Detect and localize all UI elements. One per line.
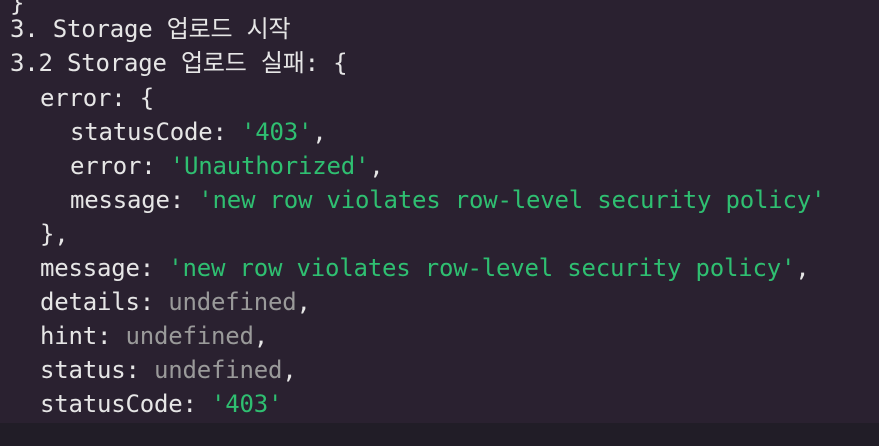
console-line-outer-details: details: undefined, (40, 285, 311, 319)
console-line-error-close: }, (40, 217, 69, 251)
token-text: hint: (40, 322, 126, 350)
token-text: , (795, 254, 810, 282)
console-line-outer-statuscode: statusCode: '403' (40, 387, 282, 421)
token-string: '403' (211, 390, 283, 418)
token-text: 3. Storage 업로드 시작 (10, 15, 291, 43)
token-text: }, (40, 220, 69, 248)
token-text: message: (40, 254, 169, 282)
token-text: , (312, 118, 327, 146)
token-undefined: undefined (125, 322, 254, 350)
token-text: , (282, 356, 297, 384)
token-text: , (253, 322, 268, 350)
console-output: } 3. Storage 업로드 시작 3.2 Storage 업로드 실패: {e… (0, 0, 879, 423)
token-text: status: (40, 356, 154, 384)
console-line-log-step-3-2: 3.2 Storage 업로드 실패: { (10, 46, 348, 80)
token-undefined: undefined (168, 288, 297, 316)
console-line-inner-statuscode: statusCode: '403', (70, 115, 327, 149)
console-line-outer-status: status: undefined, (40, 353, 297, 387)
console-line-outer-message: message: 'new row violates row-level sec… (40, 251, 810, 285)
console-bottom-bar (0, 423, 879, 446)
token-string: 'new row violates row-level security pol… (198, 186, 826, 214)
token-text: details: (40, 288, 169, 316)
token-text: , (369, 152, 384, 180)
token-text: 3.2 Storage 업로드 실패: { (10, 49, 348, 77)
token-text: message: (70, 186, 199, 214)
console-line-inner-error: error: 'Unauthorized', (70, 149, 384, 183)
token-text: statusCode: (70, 118, 241, 146)
token-string: 'Unauthorized' (169, 152, 370, 180)
console-line-outer-hint: hint: undefined, (40, 319, 268, 353)
token-string: 'new row violates row-level security pol… (168, 254, 796, 282)
token-text: error: { (40, 84, 154, 112)
console-line-log-step-3: 3. Storage 업로드 시작 (10, 12, 291, 46)
token-text: statusCode: (40, 390, 211, 418)
token-undefined: undefined (154, 356, 283, 384)
token-text: , (296, 288, 311, 316)
token-text: error: (70, 152, 170, 180)
token-string: '403' (241, 118, 313, 146)
console-line-error-key: error: { (40, 81, 154, 115)
console-line-inner-message: message: 'new row violates row-level sec… (70, 183, 825, 217)
